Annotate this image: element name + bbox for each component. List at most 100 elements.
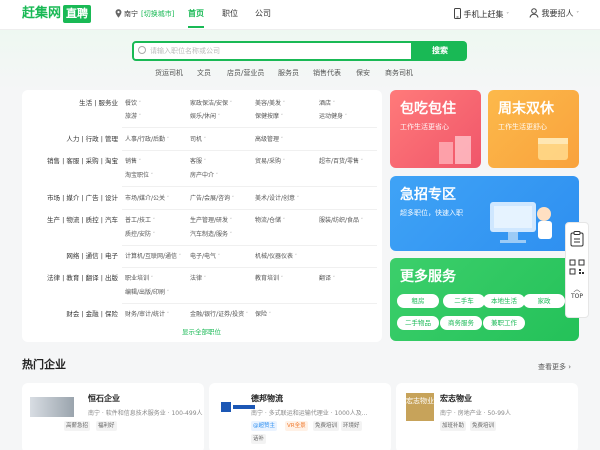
category-item[interactable]: 教育培训 <box>255 274 283 284</box>
service-pill[interactable]: 二手物品 <box>397 316 439 330</box>
category-item[interactable]: 质控/安防 <box>125 230 155 240</box>
category-item[interactable]: 生产管理/研发 <box>190 216 232 226</box>
company-card[interactable]: 德邦物流 南宁 · 多式联运和运输代理业 · 1000人及... @超赞主 VR… <box>209 383 391 450</box>
search-button[interactable]: 搜索 <box>413 41 467 61</box>
hot-keyword[interactable]: 服务员 <box>278 68 299 78</box>
company-tag: 环境好 <box>341 421 362 431</box>
category-item[interactable]: 餐饮 <box>125 99 141 109</box>
promo-card-meals[interactable]: 包吃包住 工作生活更省心 <box>390 90 481 168</box>
nav-home[interactable]: 首页 <box>188 9 204 19</box>
hot-keyword[interactable]: 店员/营业员 <box>227 68 264 78</box>
category-label[interactable]: 生产 | 物流 | 质控 | 汽车 <box>47 216 118 225</box>
category-item[interactable]: 金融/银行/证券/投资 <box>190 310 248 320</box>
category-item[interactable]: 房产中介 <box>190 171 218 181</box>
category-item[interactable]: 编辑/出版/印刷 <box>125 288 169 298</box>
clipboard-icon[interactable] <box>570 231 584 247</box>
chevron-down-icon: ˅ <box>576 11 580 18</box>
category-item[interactable]: 高级管理 <box>255 135 283 145</box>
promo-title: 包吃包住 <box>400 101 456 117</box>
phone-icon <box>454 8 461 19</box>
category-item[interactable]: 汽车制造/服务 <box>190 230 232 240</box>
service-pill[interactable]: 兼职工作 <box>483 316 525 330</box>
promo-subtitle: 工作生活更省心 <box>400 123 449 131</box>
category-item[interactable]: 服装/纺织/食品 <box>319 216 363 226</box>
company-card[interactable]: 恒石企业 南宁 · 软件和信息技术服务业 · 100-499人 高薪急招 福利好 <box>22 383 204 450</box>
divider <box>122 267 377 268</box>
search-input[interactable]: 请输入职位名称或公司 <box>132 41 413 61</box>
category-item[interactable]: 超市/百货/零售 <box>319 157 363 167</box>
view-more-label: 查看更多 <box>538 363 566 371</box>
category-item[interactable]: 运动健身 <box>319 112 347 122</box>
hot-keyword[interactable]: 销售代表 <box>313 68 341 78</box>
company-tag: 话补 <box>251 434 267 444</box>
category-item[interactable]: 美容/美发 <box>255 99 285 109</box>
category-item[interactable]: 财务/审计/统计 <box>125 310 169 320</box>
show-all-jobs-link[interactable]: 显示全部职位 <box>182 328 221 337</box>
company-tag: 加班补助 <box>440 421 467 431</box>
hot-keyword[interactable]: 商务司机 <box>385 68 413 78</box>
company-card[interactable]: 宏志物业 宏志物业 南宁 · 房地产业 · 50-99人 加班补助 免费培训 <box>396 383 578 450</box>
category-item[interactable]: 娱乐/休闲 <box>190 112 220 122</box>
switch-city-link[interactable]: [切换城市] <box>141 10 174 18</box>
category-item[interactable]: 计算机/互联网/通信 <box>125 252 181 262</box>
promo-card-urgent[interactable]: 急招专区 超多职位，快速入职 <box>390 176 579 251</box>
category-item[interactable]: 普工/技工 <box>125 216 155 226</box>
category-item[interactable]: 客服 <box>190 157 206 167</box>
category-label[interactable]: 人力 | 行政 | 管理 <box>66 135 118 144</box>
back-to-top-button[interactable]: ︿ TOP <box>566 285 588 301</box>
category-item[interactable]: 市场/媒介/公关 <box>125 194 169 204</box>
service-pill[interactable]: 租房 <box>397 294 439 308</box>
category-item[interactable]: 电子/电气 <box>190 252 220 262</box>
qr-code-icon[interactable] <box>569 259 585 275</box>
hire-link[interactable]: 我要招人 ˅ <box>529 8 579 21</box>
mobile-app-link[interactable]: 手机上赶集 ˅ <box>454 8 509 22</box>
category-label[interactable]: 市场 | 媒介 | 广告 | 设计 <box>47 194 118 203</box>
category-item[interactable]: 贸易/采购 <box>255 157 285 167</box>
service-pill[interactable]: 商务服务 <box>440 316 482 330</box>
category-item[interactable]: 翻译 <box>319 274 335 284</box>
divider <box>122 127 377 128</box>
category-item[interactable]: 司机 <box>190 135 206 145</box>
hot-keyword[interactable]: 货运司机 <box>155 68 183 78</box>
category-item[interactable]: 物流/仓储 <box>255 216 285 226</box>
city-selector[interactable]: 南宁 [切换城市] <box>115 9 174 19</box>
divider <box>122 209 377 210</box>
service-pill[interactable]: 家政 <box>523 294 565 308</box>
category-label[interactable]: 销售 | 客服 | 采购 | 淘宝 <box>47 157 118 166</box>
promo-card-weekends[interactable]: 周末双休 工作生活更舒心 <box>488 90 579 168</box>
category-item[interactable]: 法律 <box>190 274 206 284</box>
category-label[interactable]: 生活 | 服务业 <box>79 99 118 108</box>
category-label[interactable]: 网络 | 通信 | 电子 <box>66 252 118 261</box>
job-category-panel: 生活 | 服务业 餐饮 家政保洁/安保 美容/美发 酒店 旅游 娱乐/休闲 保健… <box>22 90 382 342</box>
category-item[interactable]: 人事/行政/后勤 <box>125 135 169 145</box>
company-tag: 高薪急招 <box>64 421 91 431</box>
logo-tag: 直聘 <box>63 5 91 23</box>
category-item[interactable]: 酒店 <box>319 99 335 109</box>
nav-jobs[interactable]: 职位 <box>222 9 238 19</box>
hot-keyword[interactable]: 保安 <box>356 68 370 78</box>
building-illustration-icon <box>439 136 471 164</box>
category-label[interactable]: 法律 | 教育 | 翻译 | 出版 <box>47 274 118 283</box>
category-item[interactable]: 保健按摩 <box>255 112 283 122</box>
category-item[interactable]: 保险 <box>255 310 271 320</box>
service-pill[interactable]: 本地生活 <box>483 294 525 308</box>
category-label[interactable]: 财会 | 金融 | 保险 <box>66 310 118 319</box>
divider <box>122 186 377 187</box>
nav-companies[interactable]: 公司 <box>255 9 271 19</box>
site-logo[interactable]: 赶集网 <box>22 5 61 23</box>
hot-keyword[interactable]: 文员 <box>197 68 211 78</box>
view-more-link[interactable]: 查看更多 › <box>538 362 571 372</box>
category-item[interactable]: 家政保洁/安保 <box>190 99 232 109</box>
company-desc: 南宁 · 软件和信息技术服务业 · 100-499人 <box>88 410 203 417</box>
category-item[interactable]: 旅游 <box>125 112 141 122</box>
category-item[interactable]: 淘宝职位 <box>125 171 153 181</box>
hire-label: 我要招人 <box>541 9 574 18</box>
user-icon <box>529 8 539 18</box>
category-item[interactable]: 销售 <box>125 157 141 167</box>
category-item[interactable]: 机械/仪器仪表 <box>255 252 297 262</box>
category-item[interactable]: 职业培训 <box>125 274 153 284</box>
category-item[interactable]: 美术/设计/创意 <box>255 194 299 204</box>
category-item[interactable]: 广告/会展/咨询 <box>190 194 234 204</box>
service-pill[interactable]: 二手车 <box>443 294 485 308</box>
promo-title: 周末双休 <box>498 101 554 117</box>
